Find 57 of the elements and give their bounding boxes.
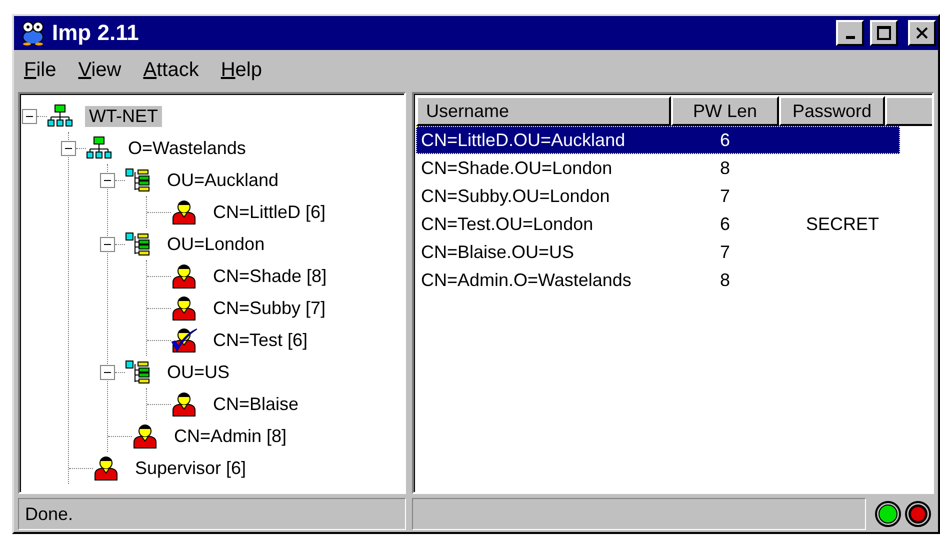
- table-cell-text: CN=Admin.O=Wastelands: [420, 270, 632, 290]
- table-row[interactable]: CN=Shade.OU=London 8: [416, 154, 900, 182]
- collapse-toggle[interactable]: [100, 236, 115, 252]
- tree-item[interactable]: CN=Blaise: [209, 394, 303, 414]
- tree-item[interactable]: OU=US: [163, 362, 234, 382]
- tree-item[interactable]: OU=London: [163, 234, 269, 254]
- network-icon: [47, 104, 73, 128]
- menu-item[interactable]: View: [78, 58, 122, 82]
- minimize-button[interactable]: [836, 20, 864, 46]
- minimize-icon: [846, 36, 854, 38]
- table-cell-text: CN=Shade.OU=London: [420, 158, 614, 178]
- table-row[interactable]: CN=Subby.OU=London 7: [416, 182, 900, 210]
- collapse-toggle[interactable]: [22, 108, 37, 124]
- maximize-icon: [877, 26, 891, 40]
- collapse-toggle[interactable]: [61, 140, 76, 156]
- org-unit-icon: [125, 232, 151, 256]
- org-unit-icon: [125, 168, 151, 192]
- tree-item[interactable]: WT-NET: [85, 106, 162, 126]
- creature-icon: [20, 20, 46, 46]
- table-cell-text: 7: [719, 186, 732, 206]
- column-header[interactable]: PW Len: [671, 96, 779, 126]
- tree-item[interactable]: OU=Auckland: [163, 170, 283, 190]
- menu-item[interactable]: Help: [220, 58, 262, 82]
- org-unit-icon: [125, 360, 151, 384]
- menu-item[interactable]: File: [24, 58, 56, 82]
- column-header[interactable]: Password: [779, 96, 885, 126]
- tree-item[interactable]: CN=Test [6]: [209, 330, 312, 350]
- maximize-button[interactable]: [870, 20, 898, 46]
- column-header[interactable]: Username: [416, 96, 671, 126]
- table-cell-text: CN=Blaise.OU=US: [420, 242, 576, 262]
- table-cell-text: CN=Test.OU=London: [420, 214, 594, 234]
- tree-item[interactable]: CN=LittleD [6]: [209, 202, 330, 222]
- table-cell-text: 8: [719, 158, 732, 178]
- table-cell-text: 8: [719, 270, 732, 290]
- table-cell-text: 6: [719, 214, 732, 234]
- tree-item[interactable]: Supervisor [6]: [131, 458, 250, 478]
- menu-item[interactable]: Attack: [143, 58, 199, 82]
- table-row[interactable]: CN=Admin.O=Wastelands 8: [416, 266, 900, 294]
- collapse-toggle[interactable]: [100, 364, 115, 380]
- table-cell-text: 7: [719, 242, 732, 262]
- table-row[interactable]: CN=LittleD.OU=Auckland 6: [416, 126, 900, 154]
- table-row[interactable]: CN=Blaise.OU=US 7: [416, 238, 900, 266]
- window-title: Imp 2.11: [52, 20, 140, 46]
- collapse-toggle[interactable]: [100, 172, 115, 188]
- tree-item[interactable]: CN=Admin [8]: [170, 426, 291, 446]
- table-cell-text: 6: [719, 130, 732, 150]
- tree-item[interactable]: O=Wastelands: [124, 138, 250, 158]
- tree-item[interactable]: CN=Subby [7]: [209, 298, 330, 318]
- status-text: Done.: [25, 504, 74, 524]
- tree-item[interactable]: CN=Shade [8]: [209, 266, 331, 286]
- table-cell-text: CN=Subby.OU=London: [420, 186, 611, 206]
- table-cell-text: SECRET: [805, 214, 880, 234]
- table-cell-text: CN=LittleD.OU=Auckland: [420, 130, 626, 150]
- close-icon: [915, 26, 929, 40]
- close-button[interactable]: [908, 20, 936, 46]
- table-row[interactable]: CN=Test.OU=London 6 SECRET: [416, 210, 900, 238]
- network-icon: [86, 136, 112, 160]
